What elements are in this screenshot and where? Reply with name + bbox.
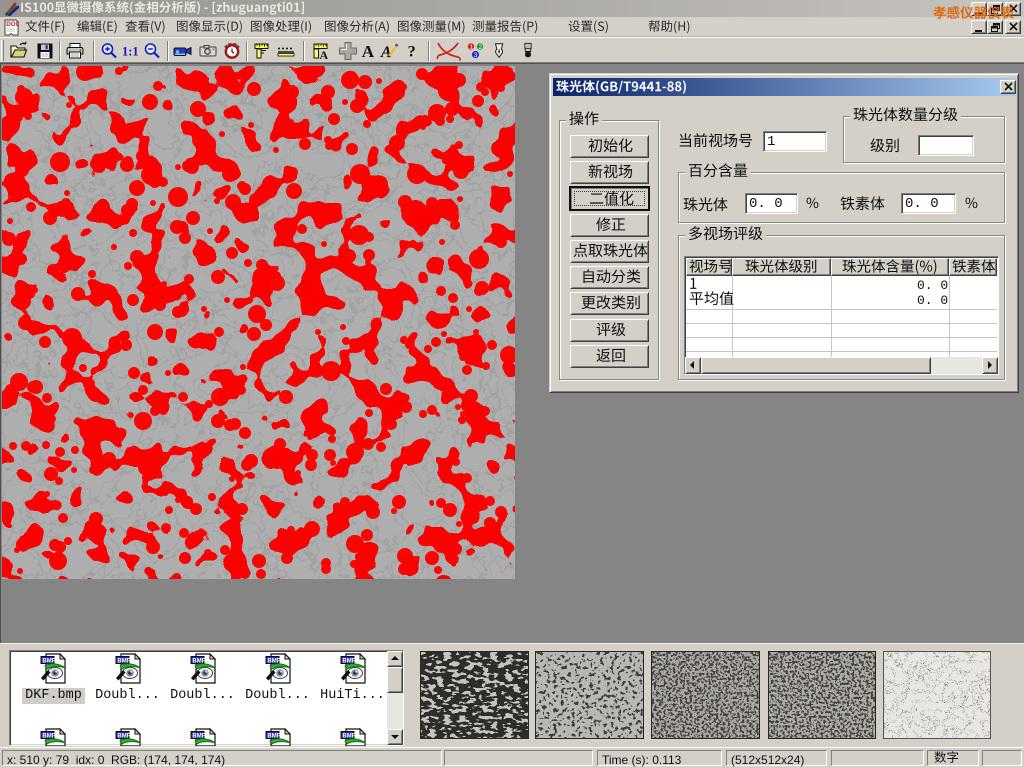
svg-text:1:1: 1:1 [122,45,139,59]
svg-text:DOC: DOC [6,21,19,28]
svg-text:?: ? [408,42,416,60]
svg-text:A: A [362,42,375,61]
svg-text:A: A [320,48,329,61]
